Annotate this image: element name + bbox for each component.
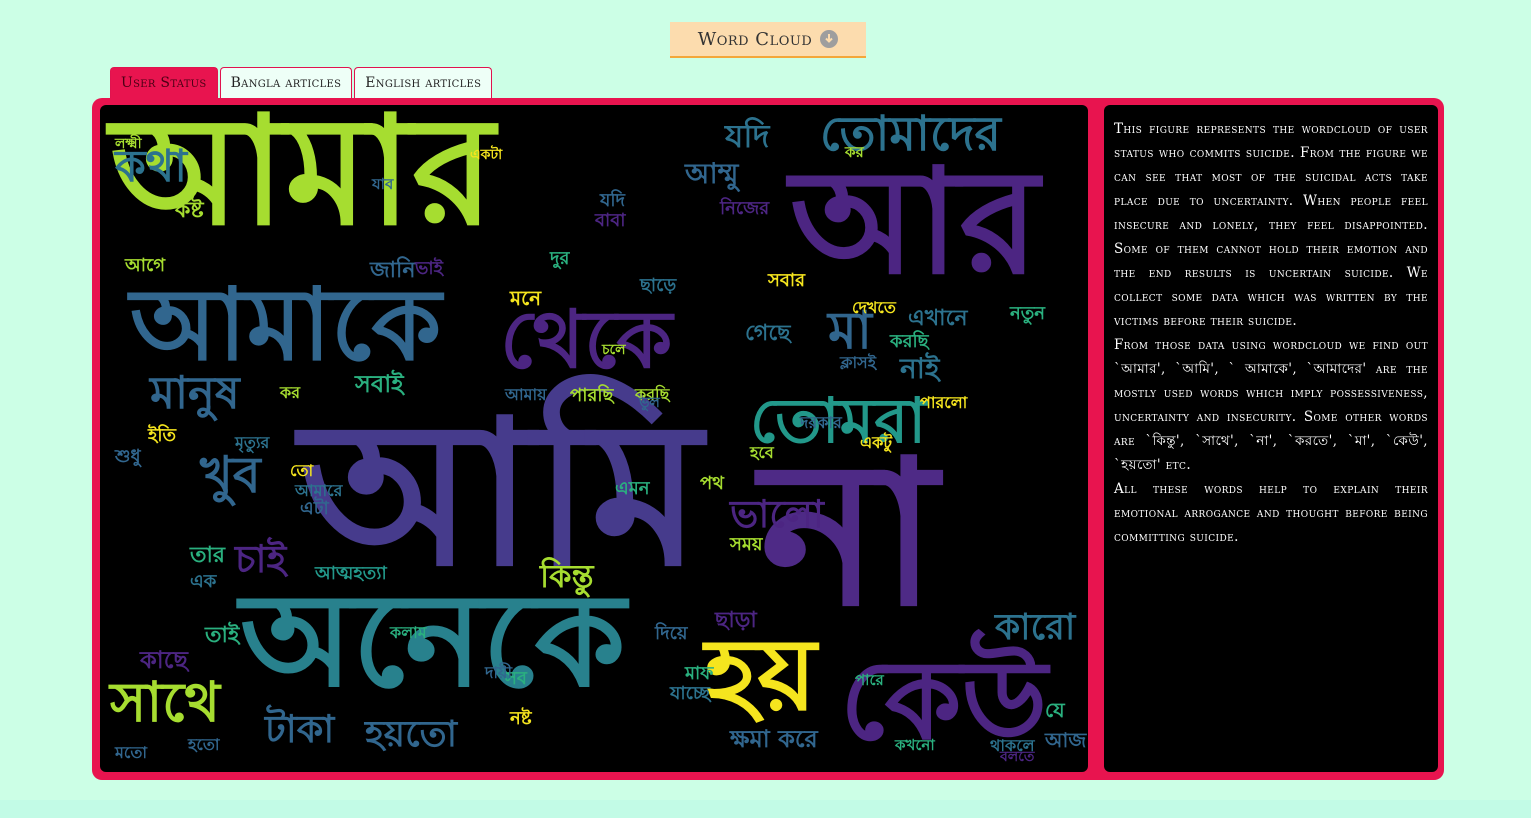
word-cloud-word: খুব — [200, 446, 261, 504]
word-cloud-word: যাব — [372, 175, 394, 193]
page-bottom-strip — [0, 800, 1531, 818]
word-cloud-word: ভাই — [415, 258, 443, 279]
word-cloud-word: এটা — [300, 498, 329, 519]
word-cloud-word: টাকা — [265, 707, 335, 751]
word-cloud-word: দুর — [550, 248, 570, 269]
tab-user-status[interactable]: User Status — [110, 67, 218, 98]
word-cloud-word: বাবা — [595, 210, 626, 231]
word-cloud-word: আজ — [1045, 728, 1087, 752]
word-cloud-word: তাই — [205, 623, 240, 648]
word-cloud-word: নতুন — [1010, 303, 1045, 324]
word-cloud-word: পারছি — [570, 385, 614, 406]
word-cloud-word: এক — [190, 571, 217, 592]
tab-label: Bangla articles — [230, 75, 342, 91]
word-cloud-word: তো — [290, 461, 314, 480]
word-cloud-word: আগে — [125, 255, 166, 276]
word-cloud-word: যাচ্ছে — [670, 683, 710, 704]
word-cloud-word: মনে — [510, 286, 542, 310]
word-cloud-word: করছি — [890, 331, 929, 352]
word-cloud-word: কষ্ট — [175, 198, 204, 223]
word-cloud-word: সবার — [768, 270, 806, 291]
word-cloud-word: একটু — [860, 433, 893, 452]
word-cloud-word: ভুল — [639, 395, 660, 411]
word-cloud-word: এখানে — [908, 306, 968, 331]
word-cloud-word: কখনো — [895, 736, 935, 754]
word-cloud-word: নিজের — [720, 198, 770, 219]
word-cloud-word: মানুষ — [150, 366, 240, 419]
word-cloud-word: ক্লাসই — [840, 353, 877, 372]
word-cloud-word: দিয়ে — [655, 623, 688, 644]
word-cloud-word: জানি — [370, 258, 416, 283]
word-cloud-word: পথ — [700, 473, 724, 494]
description-paragraph: From those data using wordcloud we find … — [1114, 337, 1428, 473]
word-cloud-word: এমন — [615, 478, 650, 499]
word-cloud-word: কাছে — [140, 646, 188, 674]
word-cloud-word: কলাম — [390, 623, 427, 642]
word-cloud-word: আমায় — [505, 385, 547, 404]
word-cloud-word: পারলো — [920, 393, 968, 412]
word-cloud-word: আমারে — [295, 481, 343, 500]
word-cloud-word: দায়ী — [485, 663, 513, 682]
word-cloud-word: হয় — [705, 616, 817, 733]
tab-content-panel: আমার আমি আর আমাকে অনেকে না থেকে হয় কেউ তোমাদের তো… — [92, 98, 1444, 780]
word-cloud-word: যদি — [725, 117, 770, 155]
word-cloud-word: হবে — [750, 443, 774, 462]
word-cloud-word: চাই — [235, 537, 287, 581]
word-cloud-word: ছাড়ে — [640, 275, 677, 296]
word-cloud-word: আত্মহত্যা — [315, 563, 387, 584]
word-cloud-word: সময় — [730, 534, 763, 555]
download-circle-icon — [820, 30, 839, 48]
word-cloud-word: গেছে — [745, 321, 791, 346]
tab-label: User Status — [121, 75, 207, 91]
word-cloud-word: কর — [845, 143, 864, 161]
word-cloud-word: নষ্ট — [510, 708, 532, 729]
description-paragraph: This figure represents the wordcloud of … — [1114, 121, 1428, 329]
word-cloud-word: আমাকে — [130, 266, 442, 383]
word-cloud-button-label: Word Cloud — [697, 28, 813, 50]
tab-label: English articles — [365, 75, 482, 91]
word-cloud-word: হয়তো — [365, 714, 458, 755]
word-cloud-word: হতো — [188, 735, 220, 754]
word-cloud-word: সাথে — [110, 670, 221, 734]
word-cloud-word: সবাই — [355, 370, 404, 398]
word-cloud-word: নাই — [900, 352, 940, 385]
tab-bangla-articles[interactable]: Bangla articles — [219, 67, 353, 98]
word-cloud-word: ক্ষমা করে — [730, 725, 818, 753]
word-cloud-word: আর — [790, 138, 1039, 307]
word-cloud-word: ভালো — [730, 492, 824, 536]
tab-english-articles[interactable]: English articles — [354, 67, 493, 98]
word-cloud-word: দেখতে — [852, 298, 896, 317]
word-cloud-word: যদি — [600, 190, 625, 211]
word-cloud-word: মৃত্যুর — [235, 433, 270, 452]
tab-bar: User Status Bangla articles English arti… — [110, 67, 493, 98]
description-paragraph: All these words help to explain their em… — [1114, 481, 1428, 545]
word-cloud-word: দরকার — [800, 413, 842, 432]
word-cloud-word: থেকে — [500, 293, 673, 386]
word-cloud-download-button[interactable]: Word Cloud — [670, 22, 866, 58]
word-cloud-image: আমার আমি আর আমাকে অনেকে না থেকে হয় কেউ তোমাদের তো… — [100, 105, 1088, 772]
word-cloud-word: কর — [280, 383, 300, 402]
word-cloud-word: ছাড়া — [715, 608, 757, 633]
word-cloud-word: ইতি — [148, 425, 177, 446]
word-cloud-word: পারে — [855, 671, 884, 689]
word-cloud-word: মাফ — [685, 663, 714, 684]
description-box: This figure represents the wordcloud of … — [1104, 105, 1438, 772]
word-cloud-word: লক্ষ্মী — [115, 136, 142, 152]
word-cloud-word: আম্মু — [685, 157, 739, 190]
word-cloud-word: যে — [1045, 698, 1065, 722]
word-cloud-word: কিন্তু — [540, 557, 594, 595]
word-cloud-word: মতো — [115, 743, 147, 762]
word-cloud-word: চলে — [602, 342, 626, 358]
word-cloud-word: বলতে — [1000, 749, 1035, 765]
word-cloud-word: একটা — [470, 147, 503, 163]
word-cloud-word: তার — [190, 543, 225, 568]
word-cloud-word: কারো — [995, 607, 1076, 648]
word-cloud-word: শুধু — [115, 446, 141, 467]
